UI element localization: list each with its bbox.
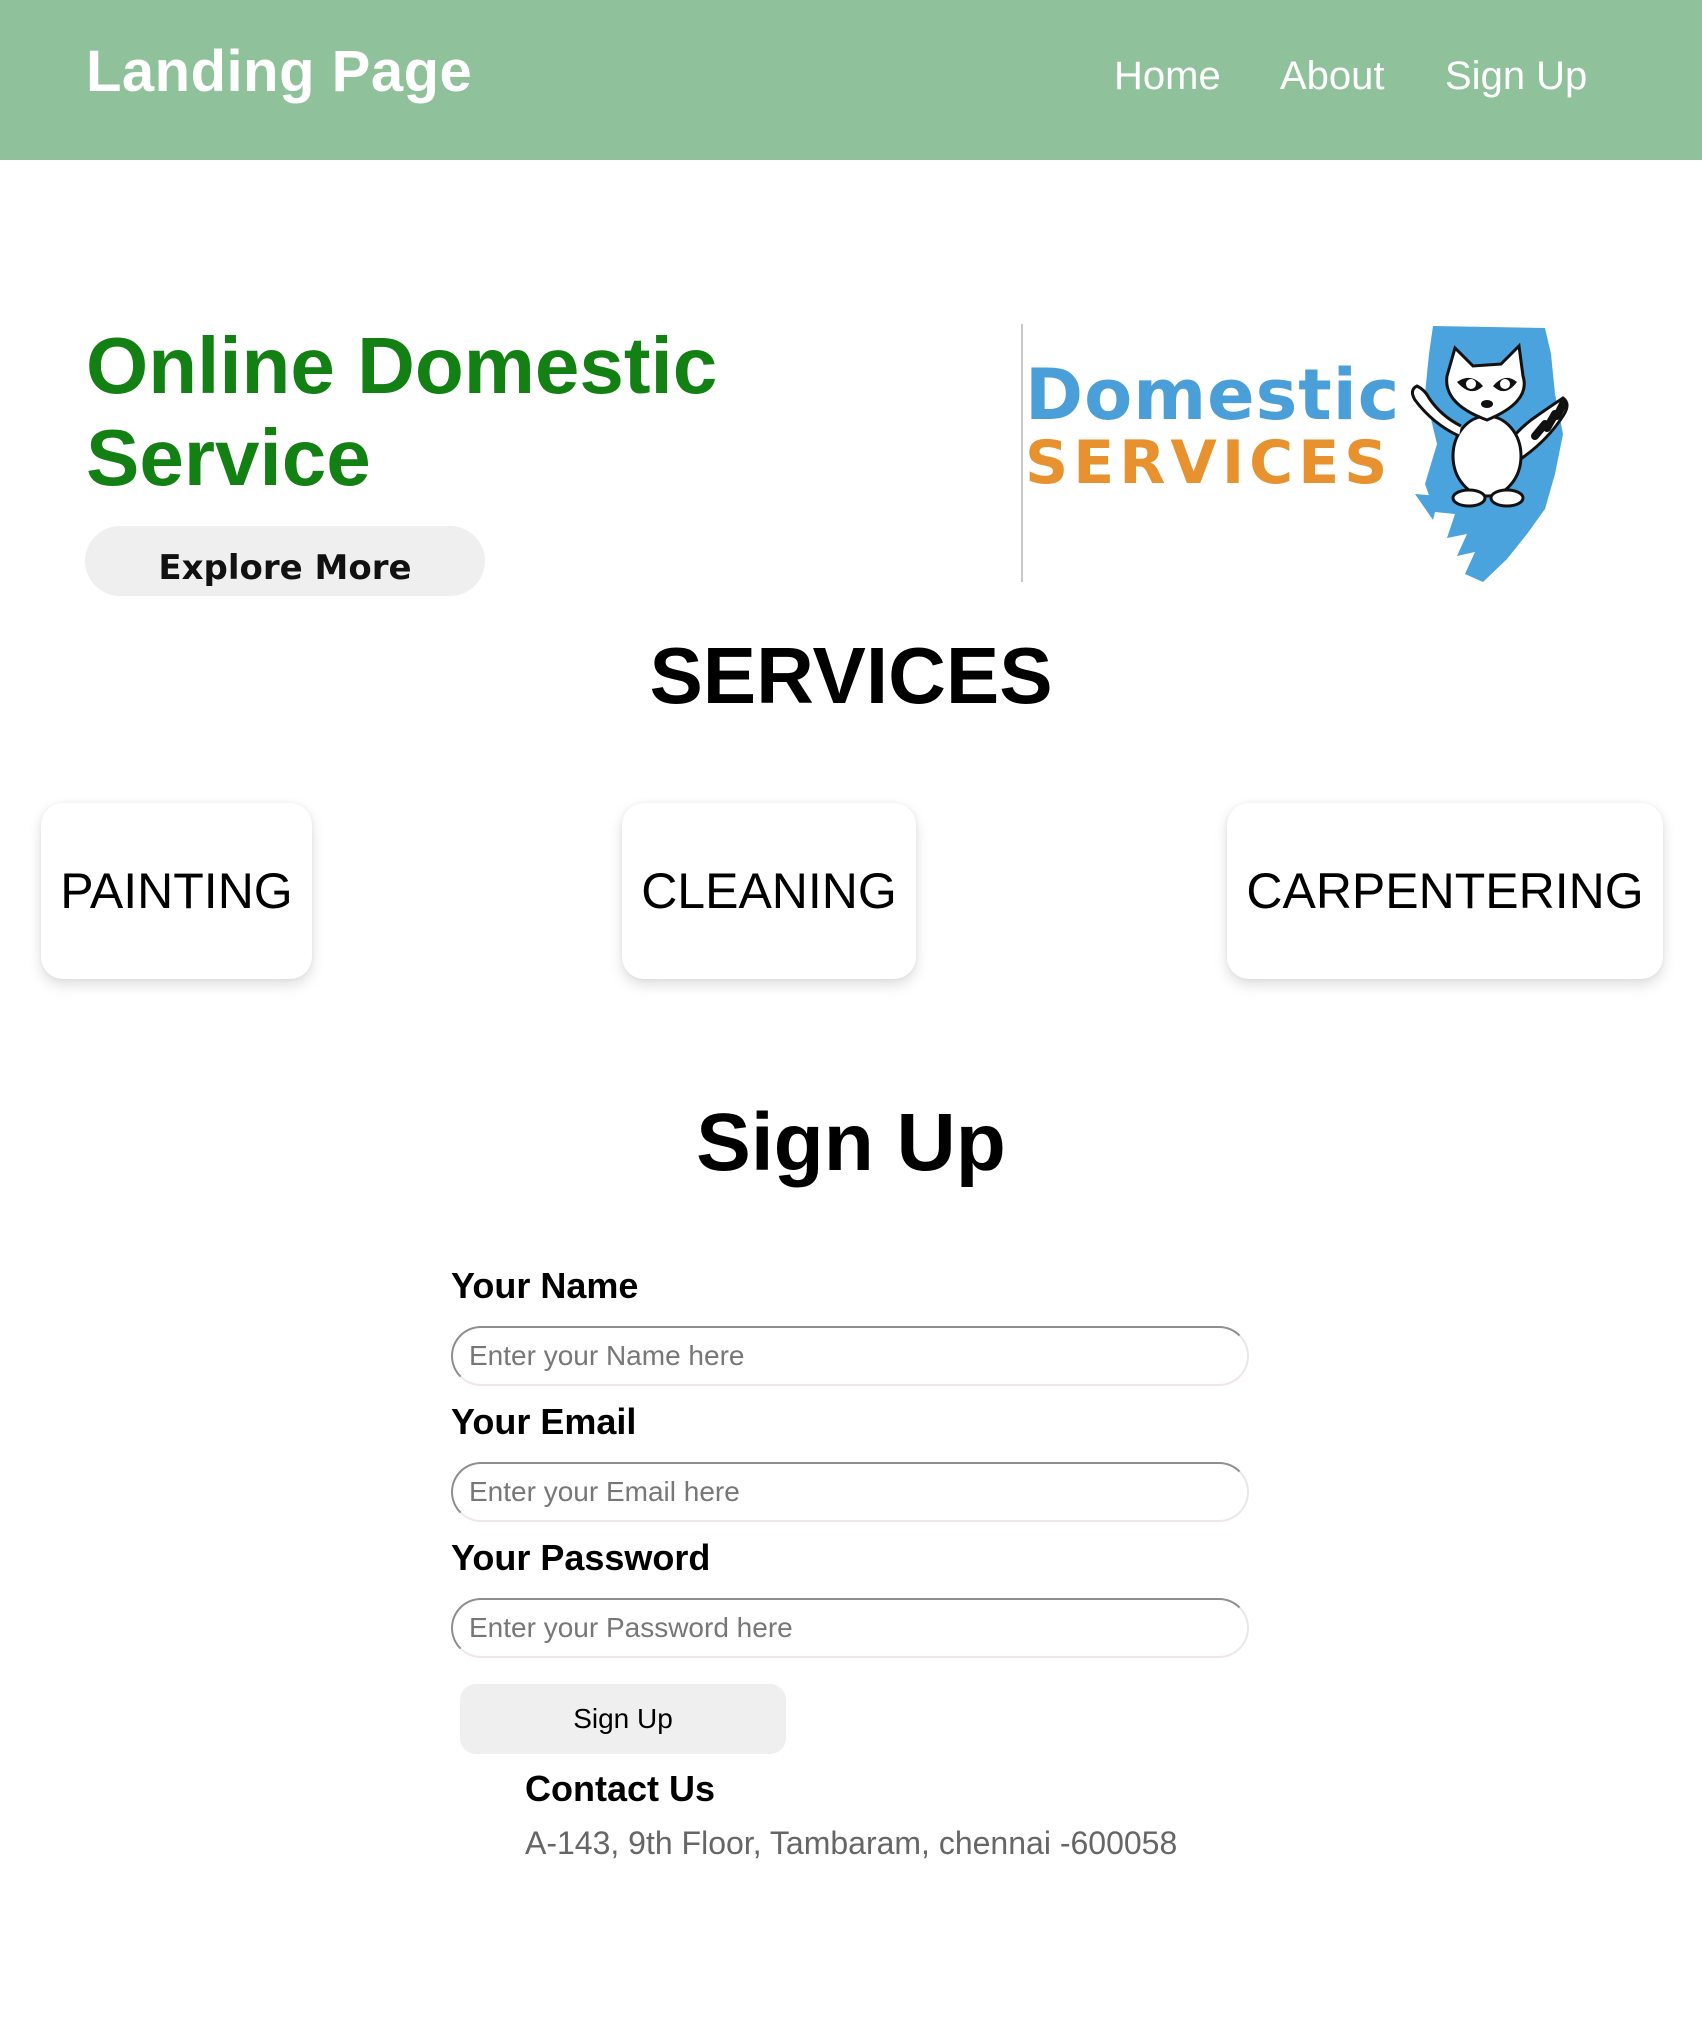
brand-title[interactable]: Landing Page [86, 38, 472, 105]
hero-title-line1: Online Domestic [86, 321, 718, 410]
contact-title: Contact Us [525, 1768, 716, 1809]
navbar: Landing Page Home About Sign Up [0, 0, 1702, 160]
password-label: Your Password [451, 1537, 711, 1578]
logo-word-services: SERVICES [1025, 428, 1393, 498]
nav-link-home[interactable]: Home [1114, 54, 1221, 99]
services-title: SERVICES [649, 631, 1053, 720]
raccoon-mascot-icon [1410, 326, 1569, 582]
service-card-cleaning[interactable]: CLEANING [622, 803, 916, 979]
signup-submit-button[interactable]: Sign Up [460, 1684, 786, 1754]
service-card-painting[interactable]: PAINTING [41, 803, 312, 979]
name-input[interactable] [451, 1326, 1249, 1386]
nav-link-about[interactable]: About [1280, 54, 1385, 99]
logo-divider [1021, 324, 1023, 582]
password-input[interactable] [451, 1598, 1249, 1658]
email-label: Your Email [451, 1401, 637, 1442]
name-label: Your Name [451, 1265, 639, 1306]
logo-word-domestic: Domestic [1025, 354, 1401, 436]
signup-title: Sign Up [696, 1097, 1006, 1188]
domestic-services-logo: Domestic SERVICES [1021, 324, 1587, 584]
nav-link-signup[interactable]: Sign Up [1445, 54, 1587, 99]
contact-address: A-143, 9th Floor, Tambaram, chennai -600… [525, 1825, 1178, 1861]
hero-title-line2: Service [86, 413, 371, 502]
service-card-carpentering[interactable]: CARPENTERING [1227, 803, 1663, 979]
explore-more-button[interactable]: Explore More [85, 526, 485, 596]
email-input[interactable] [451, 1462, 1249, 1522]
hero-title: Online Domestic Service [86, 320, 786, 504]
